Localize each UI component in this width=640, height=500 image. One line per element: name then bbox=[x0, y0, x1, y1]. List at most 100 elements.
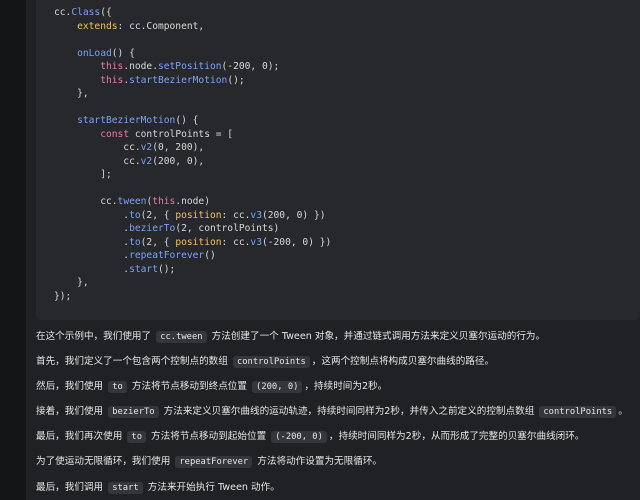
code-token: (0, 200), bbox=[152, 142, 205, 153]
code-token: .node. bbox=[123, 61, 158, 72]
code-token: setPosition bbox=[157, 61, 222, 72]
code-token: . bbox=[54, 209, 130, 221]
code-token: ({ bbox=[100, 7, 112, 18]
code-token: Class bbox=[71, 7, 101, 18]
code-line: this.node.setPosition(-200, 0); bbox=[54, 60, 640, 74]
code-token: start bbox=[129, 263, 158, 275]
paragraph-text: 方法来定义贝塞尔曲线的运动轨迹，持续时间同样为2秒，并传入之前定义的控制点数组 bbox=[160, 406, 538, 418]
code-token: (-200, 0); bbox=[221, 61, 280, 72]
code-line: cc.v2(0, 200), bbox=[54, 141, 640, 155]
code-line: ]; bbox=[54, 168, 640, 182]
code-token: const bbox=[100, 128, 130, 140]
inline-code: bezierTo bbox=[108, 406, 159, 419]
paragraph: 最后，我们调用 start 方法来开始执行 Tween 动作。 bbox=[36, 481, 636, 500]
paragraph-text: 接着，我们使用 bbox=[36, 406, 107, 418]
code-token: : cc. bbox=[221, 236, 251, 248]
code-token: to bbox=[129, 209, 141, 221]
code-token: . bbox=[54, 263, 130, 275]
inline-code: start bbox=[108, 481, 143, 494]
paragraph-text: ，持续时间同样为2秒，从而形成了完整的贝塞尔曲线闭环。 bbox=[328, 431, 585, 443]
code-token: cc. bbox=[54, 7, 72, 18]
code-token: repeatForever bbox=[129, 250, 205, 261]
code-token: : cc. bbox=[221, 209, 251, 221]
code-token: (-200, 0) }) bbox=[261, 236, 332, 248]
code-token: ]; bbox=[54, 169, 112, 180]
code-line: onLoad() { bbox=[54, 47, 640, 61]
code-token: cc. bbox=[54, 155, 141, 167]
code-line: }); bbox=[54, 290, 640, 304]
paragraph-text: 方法将节点移动到起始位置 bbox=[148, 431, 270, 443]
code-token: cc. bbox=[54, 196, 118, 207]
paragraph-text: 最后，我们再次使用 bbox=[36, 431, 126, 443]
code-line: .to(2, { position: cc.v3(200, 0) }) bbox=[54, 209, 640, 223]
paragraph: 为了使运动无限循环，我们使用 repeatForever 方法将动作设置为无限循… bbox=[36, 455, 636, 480]
code-token: v3 bbox=[250, 209, 262, 221]
inline-code: repeatForever bbox=[175, 456, 253, 469]
code-line: .to(2, { position: cc.v3(-200, 0) }) bbox=[54, 236, 640, 250]
code-token: bezierTo bbox=[129, 223, 176, 234]
code-token: position bbox=[175, 209, 222, 221]
code-token: (200, 0), bbox=[152, 155, 205, 167]
paragraph-text: 为了使运动无限循环，我们使用 bbox=[36, 456, 174, 468]
paragraph-text: 方法来开始执行 Tween 动作。 bbox=[144, 481, 280, 493]
code-token: }, bbox=[54, 277, 89, 288]
code-token: this bbox=[100, 61, 124, 72]
code-token: () bbox=[204, 250, 216, 261]
code-line: extends: cc.Component, bbox=[54, 20, 640, 34]
code-token: to bbox=[129, 236, 141, 248]
paragraph-text: 方法创建了一个 Tween 对象，并通过链式调用方法来定义贝塞尔运动的行为。 bbox=[208, 331, 546, 342]
code-line: cc.tween(this.node) bbox=[54, 195, 640, 209]
code-token: startBezierMotion bbox=[129, 74, 228, 86]
code-token: : cc.Component, bbox=[117, 20, 205, 32]
paragraph-text: 最后，我们调用 bbox=[36, 481, 107, 493]
code-line: const controlPoints = [ bbox=[54, 128, 640, 142]
code-token: }); bbox=[54, 290, 72, 302]
code-token: () { bbox=[111, 47, 135, 59]
code-token: v3 bbox=[250, 236, 262, 248]
code-token: extends bbox=[77, 20, 118, 32]
code-token: (2, { bbox=[140, 209, 176, 221]
code-token: tween bbox=[117, 196, 147, 207]
paragraph: 接着，我们使用 bezierTo 方法来定义贝塞尔曲线的运动轨迹，持续时间同样为… bbox=[36, 405, 636, 430]
code-block: cc.Class({ extends: cc.Component, onLoad… bbox=[36, 0, 640, 320]
code-token: (); bbox=[227, 74, 245, 86]
inline-code: to bbox=[127, 431, 146, 444]
code-line: }, bbox=[54, 276, 640, 290]
code-line: cc.v2(200, 0), bbox=[54, 155, 640, 169]
inline-code: cc.tween bbox=[156, 331, 207, 343]
paragraph-text: 首先，我们定义了一个包含两个控制点的数组 bbox=[36, 356, 231, 368]
paragraph-text: 在这个示例中，我们使用了 bbox=[36, 331, 155, 342]
code-token: (2, controlPoints) bbox=[175, 223, 280, 234]
paragraph-text: 方法将动作设置为无限循环。 bbox=[254, 456, 383, 468]
code-line: }, bbox=[54, 87, 640, 101]
paragraph-text: ，这两个控制点将构成贝塞尔曲线的路径。 bbox=[311, 356, 495, 368]
code-token: () { bbox=[175, 115, 199, 126]
code-token: .node) bbox=[175, 196, 210, 207]
code-line: .start(); bbox=[54, 263, 640, 277]
code-token: (); bbox=[157, 263, 176, 275]
paragraph-text: 。 bbox=[618, 406, 628, 418]
code-token: . bbox=[54, 236, 130, 248]
code-token: (2, { bbox=[140, 236, 176, 248]
paragraph: 然后，我们使用 to 方法将节点移动到终点位置 (200, 0) ，持续时间为2秒… bbox=[36, 380, 636, 405]
code-token: this bbox=[100, 74, 124, 86]
code-token: }, bbox=[54, 88, 89, 99]
paragraph: 首先，我们定义了一个包含两个控制点的数组 controlPoints ，这两个控制… bbox=[36, 355, 636, 380]
code-token: this bbox=[152, 196, 176, 207]
paragraph: 在这个示例中，我们使用了 cc.tween 方法创建了一个 Tween 对象，并… bbox=[36, 330, 636, 355]
paragraph-text: 然后，我们使用 bbox=[36, 381, 107, 393]
left-sidebar-rail bbox=[0, 0, 26, 500]
code-token: . bbox=[54, 250, 130, 261]
code-line: .repeatForever() bbox=[54, 249, 640, 263]
code-token: (200, 0) }) bbox=[261, 209, 326, 221]
inline-code: controlPoints bbox=[232, 356, 310, 369]
inline-code: to bbox=[108, 381, 127, 394]
inline-code: (-200, 0) bbox=[271, 431, 327, 444]
code-token: controlPoints = [ bbox=[129, 128, 234, 140]
